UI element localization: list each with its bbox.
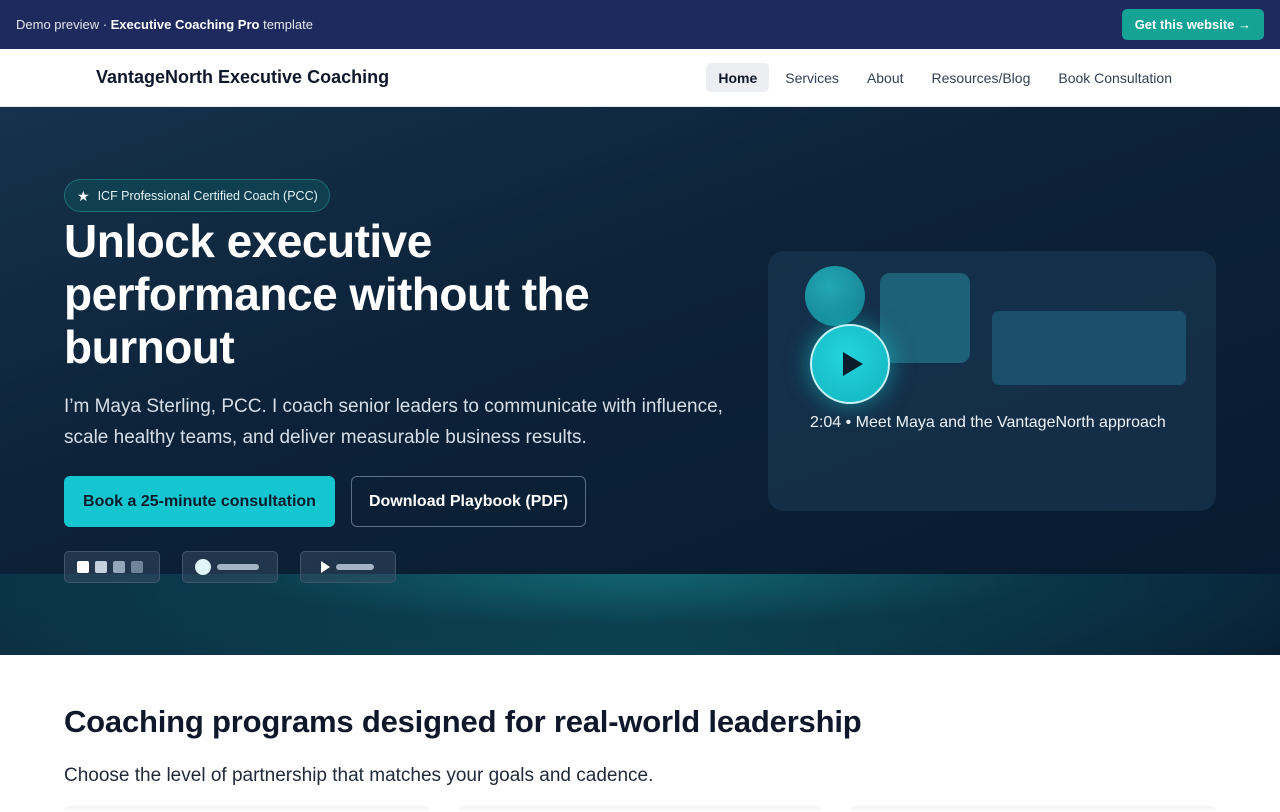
certification-badge-label: ICF Professional Certified Coach (PCC): [97, 188, 318, 203]
play-video-button[interactable]: [810, 324, 890, 404]
slide-dot-4: [131, 561, 143, 573]
get-website-button[interactable]: Get this website →: [1121, 9, 1264, 40]
download-playbook-button[interactable]: Download Playbook (PDF): [351, 476, 586, 527]
main-nav: Home Services About Resources/Blog Book …: [706, 63, 1184, 92]
programs-subtitle: Choose the level of partnership that mat…: [64, 765, 654, 786]
nav-item-services[interactable]: Services: [773, 63, 851, 92]
hero-section: ★ ICF Professional Certified Coach (PCC)…: [0, 107, 1280, 655]
nav-item-home[interactable]: Home: [706, 63, 770, 92]
demo-template-name: Executive Coaching Pro: [110, 17, 260, 32]
slide-dot-2: [95, 561, 107, 573]
video-thumb-circle: [805, 266, 865, 326]
demo-preview-bar: Demo preview · Executive Coaching Pro te…: [0, 0, 1280, 49]
demo-suffix: template: [259, 17, 313, 32]
certification-badge: ★ ICF Professional Certified Coach (PCC): [64, 179, 330, 212]
book-consultation-button[interactable]: Book a 25-minute consultation: [64, 476, 335, 527]
hero-title: Unlock executive performance without the…: [64, 215, 590, 373]
slide-dot-3: [113, 561, 125, 573]
star-icon: ★: [77, 187, 90, 204]
brand-logo-text[interactable]: VantageNorth Executive Coaching: [96, 67, 389, 88]
nav-item-book-consultation[interactable]: Book Consultation: [1046, 63, 1184, 92]
programs-title: Coaching programs designed for real-worl…: [64, 704, 862, 739]
play-small-icon: [321, 561, 330, 573]
hero-glow: [0, 574, 1280, 655]
intro-video-card[interactable]: 2:04 • Meet Maya and the VantageNorth ap…: [768, 251, 1216, 511]
program-card-1[interactable]: [64, 806, 430, 812]
program-card-2[interactable]: [457, 806, 823, 812]
video-thumb-square: [880, 273, 970, 363]
toggle-dot-icon: [195, 559, 211, 575]
demo-preview-text: Demo preview · Executive Coaching Pro te…: [16, 17, 313, 32]
play-line: [336, 564, 374, 570]
nav-item-resources-blog[interactable]: Resources/Blog: [920, 63, 1043, 92]
video-thumb-banner: [992, 311, 1186, 385]
play-icon: [842, 352, 863, 376]
hero-subtitle: I’m Maya Sterling, PCC. I coach senior l…: [64, 396, 723, 448]
demo-prefix: Demo preview ·: [16, 17, 111, 32]
toggle-line: [217, 564, 259, 570]
slide-dot-1: [77, 561, 89, 573]
video-caption: 2:04 • Meet Maya and the VantageNorth ap…: [810, 414, 1166, 431]
carousel-chip-slides[interactable]: [64, 551, 160, 583]
program-card-3[interactable]: [850, 806, 1216, 812]
carousel-chip-toggle[interactable]: [182, 551, 278, 583]
carousel-chip-play[interactable]: [300, 551, 396, 583]
site-header: VantageNorth Executive Coaching Home Ser…: [0, 49, 1280, 107]
nav-item-about[interactable]: About: [855, 63, 916, 92]
